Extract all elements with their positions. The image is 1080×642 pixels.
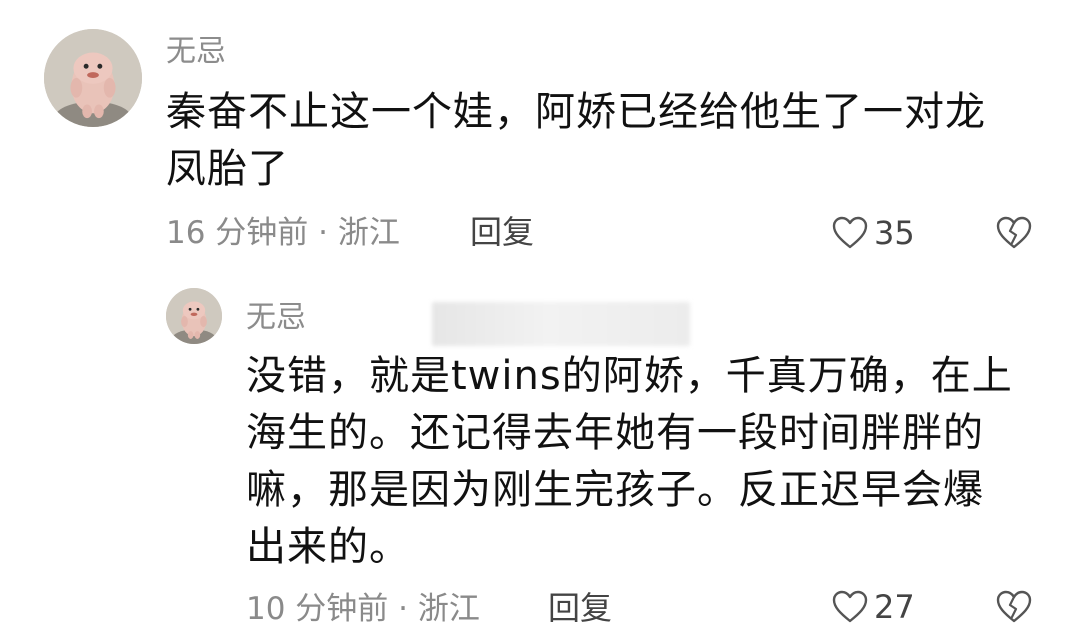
comment-text-line: 嘛，那是因为刚生完孩子。反正迟早会爆 <box>246 467 984 513</box>
like-count: 27 <box>874 588 915 626</box>
avatar[interactable] <box>44 29 142 127</box>
comment-text: 没错，就是twins的阿娇，千真万确，在上 海生的。还记得去年她有一段时间胖胖的… <box>246 348 1013 576</box>
like-button[interactable]: 35 <box>832 216 915 250</box>
comment-text: 秦奋不止这一个娃，阿娇已经给他生了一对龙 凤胎了 <box>166 84 986 198</box>
comment-text-line: 没错，就是twins的阿娇，千真万确，在上 <box>246 353 1013 399</box>
comment-username[interactable]: 无忌 <box>246 303 306 333</box>
comment-text-line: 出来的。 <box>246 524 410 570</box>
like-button[interactable]: 27 <box>832 590 915 624</box>
comment-text-line: 海生的。还记得去年她有一段时间胖胖的 <box>246 410 984 456</box>
heart-outline-icon <box>832 216 868 249</box>
reply-button[interactable]: 回复 <box>470 216 534 248</box>
reply-button[interactable]: 回复 <box>548 592 612 624</box>
broken-heart-icon <box>996 590 1032 623</box>
comment-text-line: 秦奋不止这一个娃，阿娇已经给他生了一对龙 <box>166 89 986 135</box>
dislike-button[interactable] <box>996 590 1032 624</box>
avatar[interactable] <box>166 288 222 344</box>
like-count: 35 <box>874 214 915 252</box>
broken-heart-icon <box>996 216 1032 249</box>
heart-outline-icon <box>832 590 868 623</box>
comment-username[interactable]: 无忌 <box>166 37 226 67</box>
comment-meta: 16 分钟前 · 浙江 <box>166 215 400 251</box>
dislike-button[interactable] <box>996 216 1032 250</box>
redaction-blur <box>432 302 690 346</box>
avatar-image <box>44 29 142 127</box>
avatar-image <box>166 288 222 344</box>
comment-meta: 10 分钟前 · 浙江 <box>246 591 480 627</box>
comment-text-line: 凤胎了 <box>166 146 289 192</box>
